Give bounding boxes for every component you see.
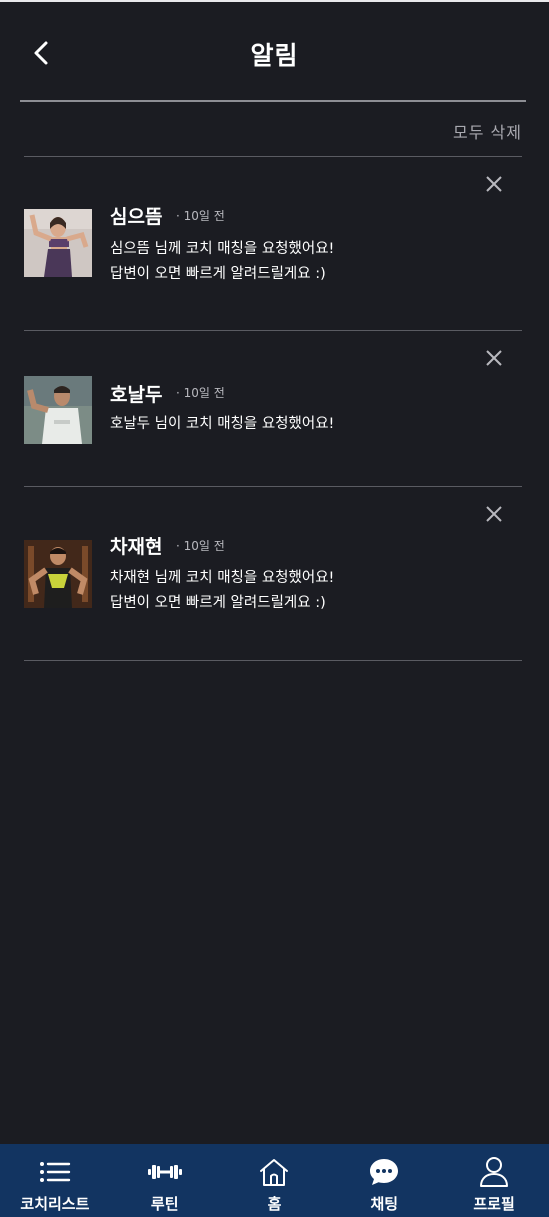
- nav-label: 코치리스트: [20, 1195, 90, 1213]
- message-line: 차재현 님께 코치 매칭을 요청했어요!: [110, 570, 335, 586]
- delete-all-button[interactable]: 모두 삭제: [453, 119, 522, 143]
- page-title: 알림: [250, 41, 299, 70]
- nav-profile[interactable]: 프로필: [439, 1144, 549, 1217]
- coach-name: 차재현: [110, 536, 163, 558]
- notification-message: 호날두 님이 코치 매칭을 요청했어요!: [110, 412, 334, 437]
- nav-label: 홈: [267, 1195, 282, 1213]
- coach-name: 호날두: [110, 384, 163, 406]
- close-icon: [486, 176, 502, 192]
- notification-item: 호날두 · 10일 전 호날두 님이 코치 매칭을 요청했어요!: [24, 331, 522, 486]
- nav-label: 프로필: [473, 1195, 515, 1213]
- person-icon: [479, 1155, 509, 1189]
- chat-bubble-icon: [368, 1155, 400, 1189]
- nav-home[interactable]: 홈: [220, 1144, 330, 1217]
- message-line: 답변이 오면 빠르게 알려드릴게요 :): [110, 595, 326, 611]
- nav-label: 채팅: [370, 1195, 399, 1213]
- close-button[interactable]: [484, 174, 504, 194]
- timestamp: · 10일 전: [176, 209, 225, 223]
- header: 알림: [0, 2, 549, 102]
- nav-coach-list[interactable]: 코치리스트: [0, 1144, 110, 1217]
- list-divider: [24, 660, 522, 661]
- avatar: [24, 209, 92, 277]
- home-icon: [258, 1155, 290, 1189]
- message-line: 호날두 님이 코치 매칭을 요청했어요!: [110, 416, 335, 432]
- notifications-screen: 알림 모두 삭제 심으뜸 · 10일 전 심으뜸 님께 코치 매칭을 요청했어요…: [0, 0, 549, 1217]
- close-icon: [486, 506, 502, 522]
- timestamp: · 10일 전: [176, 386, 225, 400]
- notification-message: 차재현 님께 코치 매칭을 요청했어요! 답변이 오면 빠르게 알려드릴게요 :…: [110, 566, 334, 616]
- list-icon: [39, 1155, 71, 1189]
- bottom-navigation: 코치리스트 루틴 홈 채팅 프로필: [0, 1144, 549, 1217]
- timestamp: · 10일 전: [176, 539, 225, 553]
- coach-name: 심으뜸: [110, 206, 163, 228]
- dumbbell-icon: [147, 1155, 183, 1189]
- close-button[interactable]: [484, 348, 504, 368]
- nav-chat[interactable]: 채팅: [329, 1144, 439, 1217]
- close-button[interactable]: [484, 504, 504, 524]
- avatar: [24, 540, 92, 608]
- notification-item: 차재현 · 10일 전 차재현 님께 코치 매칭을 요청했어요! 답변이 오면 …: [24, 487, 522, 660]
- nav-routine[interactable]: 루틴: [110, 1144, 220, 1217]
- notification-message: 심으뜸 님께 코치 매칭을 요청했어요! 답변이 오면 빠르게 알려드릴게요 :…: [110, 237, 334, 287]
- message-line: 답변이 오면 빠르게 알려드릴게요 :): [110, 266, 326, 282]
- message-line: 심으뜸 님께 코치 매칭을 요청했어요!: [110, 241, 335, 257]
- header-divider: [20, 100, 526, 102]
- notification-item: 심으뜸 · 10일 전 심으뜸 님께 코치 매칭을 요청했어요! 답변이 오면 …: [24, 157, 522, 330]
- nav-label: 루틴: [150, 1195, 179, 1213]
- close-icon: [486, 350, 502, 366]
- avatar: [24, 376, 92, 444]
